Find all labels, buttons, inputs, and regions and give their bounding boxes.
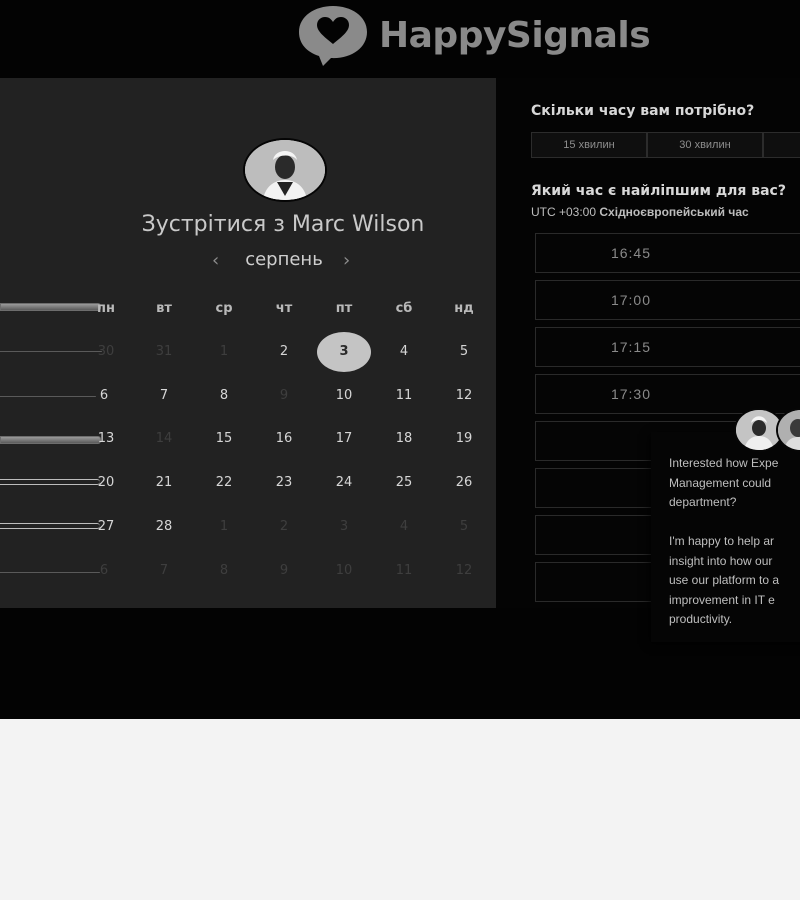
brand-logo[interactable]: HappySignals (293, 2, 651, 68)
duration-option-button[interactable] (763, 132, 800, 158)
heart-speech-bubble-icon (299, 6, 367, 66)
calendar-day[interactable]: 16 (264, 427, 304, 451)
calendar-day[interactable]: 7 (144, 384, 184, 408)
time-slot-button[interactable]: 17:00 (535, 280, 800, 320)
calendar-day: 5 (459, 519, 469, 534)
weekday-thu: чт (275, 301, 293, 316)
calendar-day: 14 (155, 431, 173, 446)
calendar-day: 4 (399, 519, 409, 534)
calendar-day-selected[interactable]: 3 (324, 340, 364, 364)
calendar-day[interactable]: 12 (444, 384, 484, 408)
weekday-wed: ср (215, 301, 233, 316)
calendar-day: 6 (99, 563, 109, 578)
calendar-day[interactable]: 17 (324, 427, 364, 451)
calendar-day[interactable]: 18 (384, 427, 424, 451)
month-navigation: ‹ серпень › (200, 249, 366, 276)
row-overlay-double (0, 479, 100, 485)
calendar-day[interactable]: 22 (204, 471, 244, 495)
timezone-name: Східноєвропейський час (599, 205, 749, 219)
brand-name: HappySignals (379, 14, 651, 56)
chevron-left-icon[interactable]: ‹ (212, 250, 219, 271)
timezone-offset: UTC +03:00 (531, 205, 597, 219)
calendar-day: 3 (339, 519, 349, 534)
timezone-label[interactable]: UTC +03:00 Східноєвропейський час (531, 205, 749, 219)
weekday-tue: вт (156, 301, 172, 316)
calendar-day[interactable]: 27 (86, 515, 126, 539)
row-overlay-line (0, 396, 96, 397)
time-slot-button[interactable]: 16:45 (535, 233, 800, 273)
calendar-day[interactable]: 2 (264, 340, 304, 364)
meeting-title: Зустрітися з Marc Wilson (141, 212, 425, 237)
month-label: серпень (245, 249, 323, 270)
calendar-day[interactable]: 15 (204, 427, 244, 451)
calendar-day[interactable]: 24 (324, 471, 364, 495)
calendar-day[interactable]: 4 (384, 340, 424, 364)
calendar-day[interactable]: 21 (144, 471, 184, 495)
calendar-day[interactable]: 5 (444, 340, 484, 364)
calendar-day[interactable]: 28 (144, 515, 184, 539)
weekday-sun: нд (454, 301, 474, 316)
agent-portrait (778, 410, 800, 450)
weekday-mon: пн (97, 301, 115, 316)
host-portrait (245, 140, 325, 200)
calendar-day: 9 (279, 388, 289, 403)
calendar-day[interactable]: 19 (444, 427, 484, 451)
calendar-day[interactable]: 6 (84, 384, 124, 408)
calendar-day[interactable]: 23 (264, 471, 304, 495)
app-viewport: HappySignals Зустрітися з Marc Wilson ‹ … (0, 0, 800, 719)
calendar-day[interactable]: 8 (204, 384, 244, 408)
row-overlay-double (0, 523, 100, 529)
calendar-day[interactable]: 11 (384, 384, 424, 408)
calendar-day: 30 (97, 344, 115, 359)
chat-message-popup[interactable]: Interested how Expe Management could dep… (651, 432, 800, 642)
calendar-day: 9 (279, 563, 289, 578)
calendar-day[interactable]: 13 (86, 427, 126, 451)
calendar-day: 31 (155, 344, 173, 359)
chevron-right-icon[interactable]: › (343, 250, 350, 271)
duration-heading: Скільки часу вам потрібно? (531, 103, 755, 119)
chat-message-text: Interested how Expe Management could dep… (669, 456, 780, 626)
calendar-day: 7 (159, 563, 169, 578)
duration-15-button[interactable]: 15 хвилин (531, 132, 647, 158)
calendar-day: 11 (395, 563, 413, 578)
calendar-day: 2 (279, 519, 289, 534)
avatar (243, 138, 327, 202)
calendar-day[interactable]: 25 (384, 471, 424, 495)
time-heading: Який час є найліпшим для вас? (531, 183, 786, 199)
weekday-fri: пт (335, 301, 353, 316)
duration-options: 15 хвилин 30 хвилин (531, 132, 800, 158)
calendar-day[interactable]: 10 (324, 384, 364, 408)
calendar-day[interactable]: 20 (86, 471, 126, 495)
calendar-day: 1 (219, 344, 229, 359)
time-slot-button[interactable]: 17:15 (535, 327, 800, 367)
calendar-day: 10 (335, 563, 353, 578)
calendar-day[interactable]: 26 (444, 471, 484, 495)
calendar-day: 8 (219, 563, 229, 578)
weekday-sat: сб (395, 301, 413, 316)
duration-30-button[interactable]: 30 хвилин (647, 132, 763, 158)
calendar-day: 12 (455, 563, 473, 578)
calendar-day: 1 (219, 519, 229, 534)
calendar-panel: Зустрітися з Marc Wilson ‹ серпень › пн … (0, 78, 496, 608)
